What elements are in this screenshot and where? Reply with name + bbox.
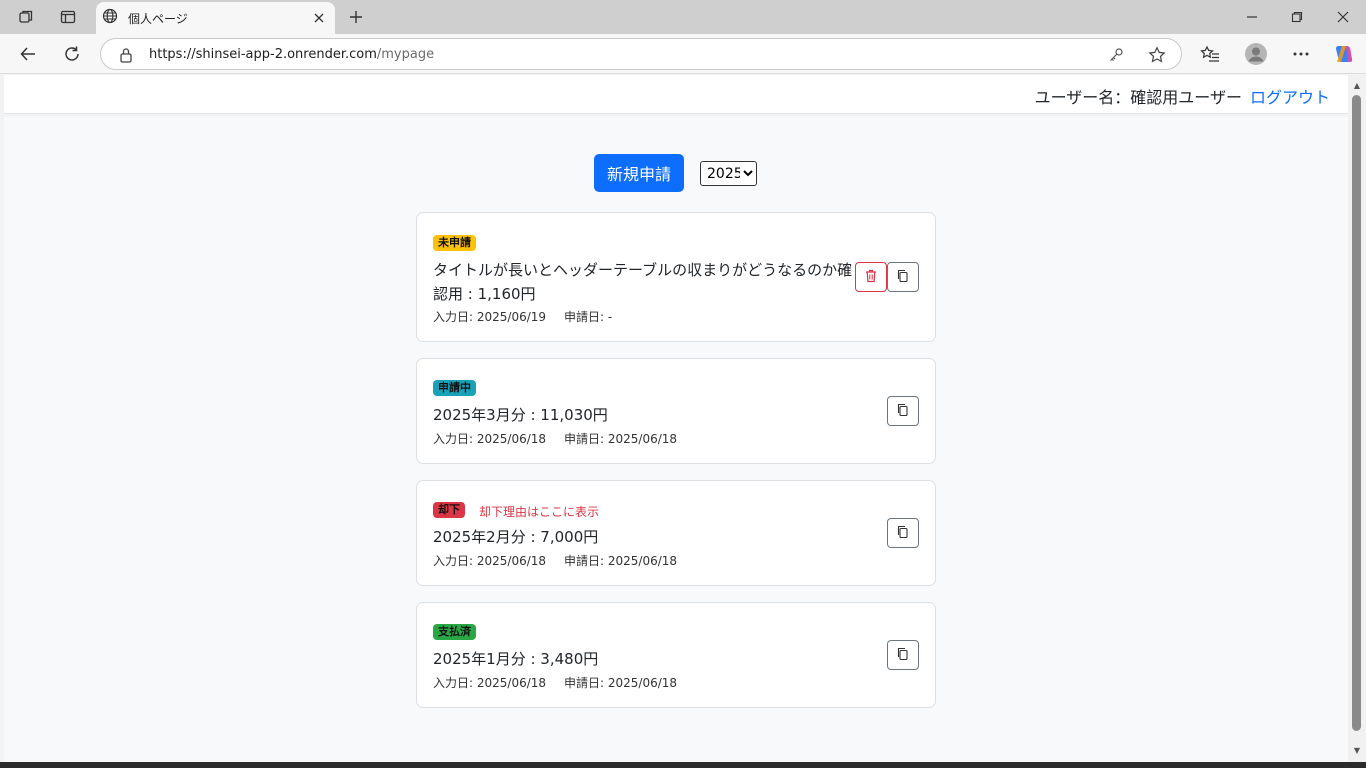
- minimize-icon[interactable]: [1232, 4, 1272, 30]
- tab-title: 個人ページ: [128, 12, 188, 26]
- scroll-down-icon[interactable]: ▼: [1352, 745, 1362, 755]
- vertical-tabs-icon[interactable]: [53, 5, 83, 29]
- profile-avatar-icon[interactable]: [1241, 40, 1271, 68]
- delete-button[interactable]: [855, 262, 887, 292]
- status-badge: 申請中: [433, 380, 476, 396]
- status-badge: 未申請: [433, 235, 476, 251]
- back-icon[interactable]: [13, 40, 43, 68]
- globe-icon: [102, 8, 118, 28]
- copy-icon: [897, 647, 909, 664]
- application-title[interactable]: 2025年3月分 : 11,030円: [433, 403, 608, 427]
- input-date: 入力日: 2025/06/18: [433, 432, 547, 446]
- copy-button[interactable]: [887, 518, 919, 548]
- logout-link[interactable]: ログアウト: [1250, 84, 1330, 108]
- apply-date: 申請日: 2025/06/18: [564, 554, 678, 568]
- application-dates: 入力日: 2025/06/19 申請日: -: [433, 308, 612, 325]
- application-card: 申請中 2025年3月分 : 11,030円 入力日: 2025/06/18 申請…: [416, 358, 936, 464]
- reload-icon[interactable]: [57, 40, 87, 68]
- reject-reason: 却下理由はここに表示: [479, 505, 600, 519]
- application-title[interactable]: 2025年1月分 : 3,480円: [433, 647, 598, 671]
- trash-icon: [865, 269, 877, 286]
- new-application-button[interactable]: 新規申請: [594, 154, 684, 192]
- application-card: 支払済 2025年1月分 : 3,480円 入力日: 2025/06/18 申請日…: [416, 602, 936, 708]
- restore-icon[interactable]: [1277, 4, 1317, 30]
- application-title[interactable]: 2025年2月分 : 7,000円: [433, 525, 598, 549]
- application-dates: 入力日: 2025/06/18 申請日: 2025/06/18: [433, 430, 677, 447]
- copy-button[interactable]: [887, 640, 919, 670]
- status-badge: 支払済: [433, 624, 476, 640]
- scroll-up-icon[interactable]: ▲: [1352, 80, 1362, 90]
- vertical-scrollbar[interactable]: ▲ ▼: [1348, 75, 1366, 762]
- user-name-label: ユーザー名：確認用ユーザー: [1034, 88, 1242, 107]
- app-header: ユーザー名：確認用ユーザー ログアウト: [4, 75, 1348, 114]
- lock-icon[interactable]: [119, 47, 133, 67]
- status-badge: 却下: [433, 502, 465, 518]
- window-bottom-edge: [0, 762, 1366, 768]
- copy-icon: [897, 269, 909, 286]
- year-select[interactable]: 2025: [700, 161, 757, 186]
- copy-icon: [897, 403, 909, 420]
- application-card: 未申請 タイトルが長いとヘッダーテーブルの収まりがどうなるのか確認用 : 1,1…: [416, 212, 936, 342]
- copy-button[interactable]: [887, 262, 919, 292]
- copy-icon: [897, 525, 909, 542]
- apply-date: 申請日: 2025/06/18: [564, 432, 678, 446]
- more-options-icon[interactable]: [1286, 40, 1316, 68]
- favorites-list-icon[interactable]: [1195, 40, 1225, 68]
- page-content: ユーザー名：確認用ユーザー ログアウト 新規申請 2025 未申請 タイトルが長…: [4, 75, 1348, 762]
- scroll-thumb[interactable]: [1352, 95, 1361, 731]
- close-window-icon[interactable]: [1323, 4, 1363, 30]
- apply-date: 申請日: 2025/06/18: [564, 676, 678, 690]
- address-bar[interactable]: https://shinsei-app-2.onrender.com/mypag…: [100, 38, 1182, 70]
- apply-date: 申請日: -: [564, 310, 613, 324]
- active-tab[interactable]: 個人ページ: [96, 2, 335, 34]
- application-title[interactable]: タイトルが長いとヘッダーテーブルの収まりがどうなるのか確認用 : 1,160円: [433, 258, 853, 306]
- browser-tab-strip: 個人ページ: [0, 0, 1366, 34]
- password-key-icon[interactable]: [1105, 45, 1127, 65]
- input-date: 入力日: 2025/06/18: [433, 554, 547, 568]
- browser-toolbar: https://shinsei-app-2.onrender.com/mypag…: [0, 34, 1366, 74]
- input-date: 入力日: 2025/06/19: [433, 310, 547, 324]
- new-tab-icon[interactable]: [342, 5, 370, 29]
- favorite-star-icon[interactable]: [1146, 45, 1168, 65]
- tab-close-icon[interactable]: [310, 9, 328, 27]
- workspaces-icon[interactable]: [11, 5, 41, 29]
- application-card: 却下 却下理由はここに表示 2025年2月分 : 7,000円 入力日: 202…: [416, 480, 936, 586]
- application-dates: 入力日: 2025/06/18 申請日: 2025/06/18: [433, 552, 677, 569]
- application-dates: 入力日: 2025/06/18 申請日: 2025/06/18: [433, 674, 677, 691]
- input-date: 入力日: 2025/06/18: [433, 676, 547, 690]
- copy-button[interactable]: [887, 396, 919, 426]
- copilot-icon[interactable]: [1329, 40, 1359, 68]
- url-text[interactable]: https://shinsei-app-2.onrender.com/mypag…: [149, 47, 434, 62]
